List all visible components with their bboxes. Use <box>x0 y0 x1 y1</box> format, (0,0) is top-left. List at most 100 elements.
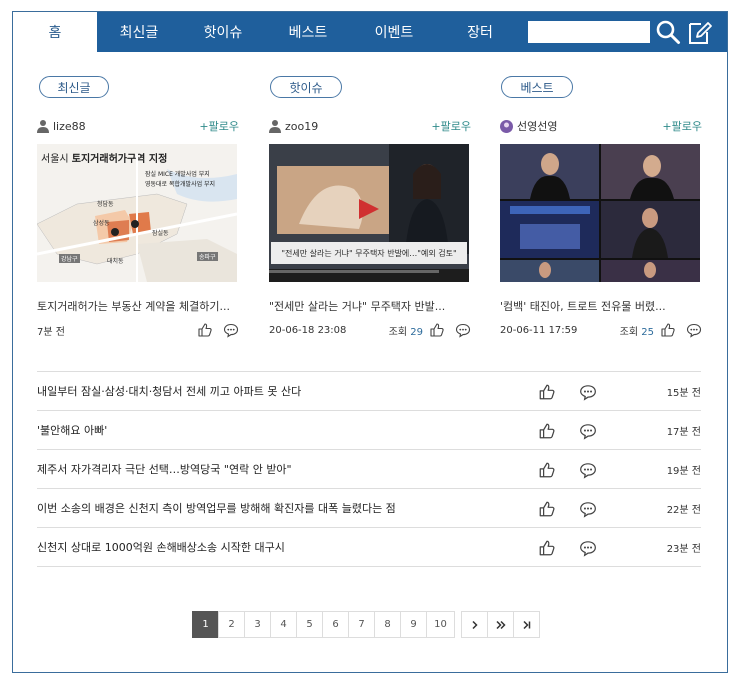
list-item: 내일부터 잠실·삼성·대치·청담서 전세 끼고 아파트 못 산다 15분 전 <box>37 372 701 411</box>
card-user-row: lize88 +팔로우 <box>37 112 239 140</box>
last-page-button[interactable] <box>513 611 540 638</box>
card-hot-issue: zoo19 +팔로우 "전세만 살라는 거냐" 무주택자 반발에…"예외 검토"… <box>269 112 471 338</box>
card-time: 20-06-11 17:59 <box>500 324 578 336</box>
thumbs-up-icon[interactable] <box>197 322 213 338</box>
thumbnail-map[interactable]: 서울시 토지거래허가구역 지정 잠실 MICE 개발사업 부지 영동대로 복합개… <box>37 144 237 282</box>
list-item: '불안해요 아빠' 17분 전 <box>37 411 701 450</box>
username: zoo19 <box>285 119 319 133</box>
page-button[interactable]: 9 <box>400 611 427 638</box>
user-icon <box>37 120 49 133</box>
section-pill-hot-issue[interactable]: 핫이슈 <box>270 76 342 98</box>
follow-button[interactable]: +팔로우 <box>431 118 471 134</box>
map-label: 대치동 <box>107 258 124 265</box>
list-item-time: 22분 전 <box>666 504 701 516</box>
list-item-title[interactable]: 내일부터 잠실·삼성·대치·청담서 전세 끼고 아파트 못 산다 <box>37 383 701 399</box>
map-label: 강남구 <box>59 254 80 263</box>
username: 선영선영 <box>517 120 558 133</box>
comment-icon[interactable] <box>579 500 597 518</box>
list-item-title[interactable]: 제주서 자가격리자 극단 선택…방역당국 "연락 안 받아" <box>37 461 701 477</box>
thumbs-up-icon[interactable] <box>538 422 556 440</box>
card-user[interactable]: zoo19 <box>269 119 318 133</box>
write-icon[interactable] <box>687 19 713 45</box>
list-item-time: 15분 전 <box>666 387 701 399</box>
search-input[interactable] <box>528 21 650 43</box>
map-label: 송파구 <box>197 252 218 261</box>
tab-home[interactable]: 홈 <box>13 12 97 52</box>
page-button[interactable]: 4 <box>270 611 297 638</box>
chevron-last-icon <box>522 620 530 629</box>
card-time: 7분 전 <box>37 326 65 338</box>
card-meta: 20-06-18 23:08 조회 29 <box>269 322 471 338</box>
user-icon <box>269 120 281 133</box>
card-latest: lize88 +팔로우 서울시 토지거래허가구역 지정 잠실 MICE 개발사업… <box>37 112 239 338</box>
follow-button[interactable]: +팔로우 <box>662 118 702 134</box>
card-best: 선영선영 +팔로우 '컴백' 태진아, 트로트 전유물 버렸... 20-06-… <box>500 112 702 338</box>
map-legend: 잠실 MICE 개발사업 부지 영동대로 복합개발사업 부지 <box>145 171 216 188</box>
double-chevron-right-icon <box>495 620 506 629</box>
thumbs-up-icon[interactable] <box>538 383 556 401</box>
next-page-button[interactable] <box>461 611 488 638</box>
article-list: 내일부터 잠실·삼성·대치·청담서 전세 끼고 아파트 못 산다 15분 전 '… <box>37 371 701 567</box>
card-time: 20-06-18 23:08 <box>269 324 347 336</box>
page-button[interactable]: 7 <box>348 611 375 638</box>
pagination: 1 2 3 4 5 6 7 8 9 10 <box>192 611 540 638</box>
page-button[interactable]: 5 <box>296 611 323 638</box>
list-item: 신천지 상대로 1000억원 손해배상소송 시작한 대구시 23분 전 <box>37 528 701 567</box>
view-count: 조회 29 <box>388 326 423 338</box>
section-pill-best[interactable]: 베스트 <box>501 76 573 98</box>
comment-icon[interactable] <box>686 322 702 338</box>
page-button[interactable]: 6 <box>322 611 349 638</box>
page-button-current[interactable]: 1 <box>192 611 219 638</box>
list-item-time: 17분 전 <box>666 426 701 438</box>
map-label: 잠실동 <box>152 230 169 237</box>
list-item-time: 19분 전 <box>666 465 701 477</box>
comment-icon[interactable] <box>579 539 597 557</box>
card-meta: 7분 전 <box>37 322 239 338</box>
view-count: 조회 25 <box>619 326 654 338</box>
comment-icon[interactable] <box>579 383 597 401</box>
video-caption: "전세만 살라는 거냐" 무주택자 반발에…"예외 검토" <box>271 242 467 264</box>
card-user-row: 선영선영 +팔로우 <box>500 112 702 140</box>
page-button[interactable]: 3 <box>244 611 271 638</box>
search-icon[interactable] <box>655 19 681 45</box>
thumbs-up-icon[interactable] <box>660 322 676 338</box>
list-item-time: 23분 전 <box>666 543 701 555</box>
thumbs-up-icon[interactable] <box>538 500 556 518</box>
page-button[interactable]: 10 <box>426 611 455 638</box>
map-label: 청담동 <box>97 201 114 208</box>
card-user-row: zoo19 +팔로우 <box>269 112 471 140</box>
chevron-right-icon <box>471 620 478 629</box>
tab-event[interactable]: 이벤트 <box>351 12 437 52</box>
section-pill-latest[interactable]: 최신글 <box>39 76 109 98</box>
comment-icon[interactable] <box>579 461 597 479</box>
avatar <box>500 119 513 133</box>
comment-icon[interactable] <box>223 322 239 338</box>
list-item-title[interactable]: 신천지 상대로 1000억원 손해배상소송 시작한 대구시 <box>37 539 701 555</box>
thumbnail-video[interactable]: "전세만 살라는 거냐" 무주택자 반발에…"예외 검토" <box>269 144 469 282</box>
next-block-button[interactable] <box>487 611 514 638</box>
list-item-title[interactable]: 이번 소송의 배경은 신천지 측이 방역업무를 방해해 확진자를 대폭 늘렸다는… <box>37 500 701 516</box>
card-title[interactable]: "전세만 살라는 거냐" 무주택자 반발... <box>269 298 471 314</box>
card-title[interactable]: 토지거래허가는 부동산 계약을 체결하기... <box>37 298 239 314</box>
username: lize88 <box>53 119 86 133</box>
tab-latest[interactable]: 최신글 <box>97 12 181 52</box>
tab-best[interactable]: 베스트 <box>265 12 351 52</box>
list-item-title[interactable]: '불안해요 아빠' <box>37 422 701 438</box>
thumbs-up-icon[interactable] <box>538 539 556 557</box>
thumbnail-photo-grid[interactable] <box>500 144 700 282</box>
card-user[interactable]: lize88 <box>37 119 86 133</box>
page-button[interactable]: 8 <box>374 611 401 638</box>
card-user[interactable]: 선영선영 <box>500 118 557 134</box>
tab-market[interactable]: 장터 <box>437 12 523 52</box>
follow-button[interactable]: +팔로우 <box>199 118 239 134</box>
comment-icon[interactable] <box>579 422 597 440</box>
card-title[interactable]: '컴백' 태진아, 트로트 전유물 버렸... <box>500 298 702 314</box>
thumbs-up-icon[interactable] <box>538 461 556 479</box>
tab-hot-issue[interactable]: 핫이슈 <box>181 12 265 52</box>
card-meta: 20-06-11 17:59 조회 25 <box>500 322 702 338</box>
comment-icon[interactable] <box>455 322 471 338</box>
page-button[interactable]: 2 <box>218 611 245 638</box>
thumbs-up-icon[interactable] <box>429 322 445 338</box>
list-item: 이번 소송의 배경은 신천지 측이 방역업무를 방해해 확진자를 대폭 늘렸다는… <box>37 489 701 528</box>
page-frame: 홈 최신글 핫이슈 베스트 이벤트 장터 최신글 핫이슈 베스트 lize88 … <box>12 11 728 673</box>
